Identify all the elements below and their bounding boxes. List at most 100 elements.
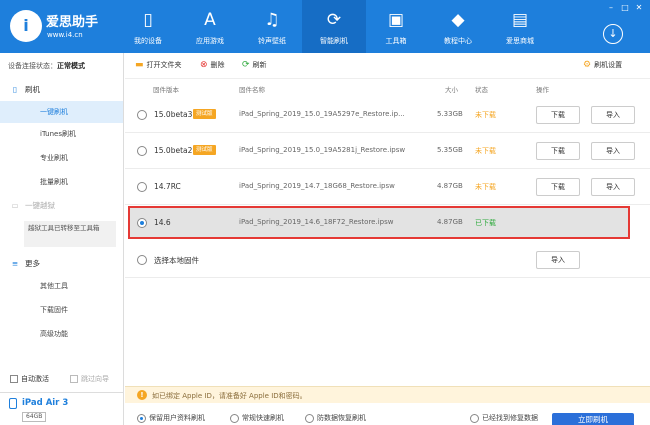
refresh-icon: ⟳ bbox=[242, 60, 250, 70]
row-radio[interactable] bbox=[137, 255, 147, 265]
menu-icon: ≡ bbox=[11, 259, 19, 268]
firmware-name: iPad_Spring_2019_14.6_18F72_Restore.ipsw bbox=[239, 218, 394, 226]
sidebar: 设备连接状态：正常模式 ▯ 刷机 一键刷机 iTunes刷机 专业刷机 批量刷机 … bbox=[0, 53, 124, 425]
option-anti-recovery[interactable]: 防数据恢复刷机 bbox=[305, 413, 366, 423]
sidebar-item-download-firmware[interactable]: 下载固件 bbox=[0, 299, 123, 321]
group-label: 刷机 bbox=[25, 85, 40, 94]
firmware-name: iPad_Spring_2019_14.7_18G68_Restore.ipsw bbox=[239, 182, 395, 190]
refresh-button[interactable]: ⟳ 刷新 bbox=[242, 60, 267, 70]
table-row[interactable]: 14.7RC iPad_Spring_2019_14.7_18G68_Resto… bbox=[125, 170, 650, 205]
sidebar-group-flash[interactable]: ▯ 刷机 bbox=[10, 83, 40, 97]
music-icon: ♫ bbox=[264, 10, 280, 30]
tablet-icon bbox=[9, 398, 17, 409]
option-label: 保留用户资料刷机 bbox=[149, 414, 205, 422]
local-import-button[interactable]: 导入 bbox=[536, 251, 580, 269]
nav-label: 智能刷机 bbox=[320, 37, 348, 45]
nav-shop[interactable]: ▤ 爱思商城 bbox=[488, 0, 552, 53]
table-row[interactable]: 15.0beta2 测试版 iPad_Spring_2019_15.0_19A5… bbox=[125, 134, 650, 169]
beta-badge: 测试版 bbox=[193, 109, 216, 119]
option-label: 常规快速刷机 bbox=[242, 414, 284, 422]
nav-toolbox[interactable]: ▣ 工具箱 bbox=[364, 0, 428, 53]
import-button[interactable]: 导入 bbox=[591, 178, 635, 196]
open-folder-button[interactable]: ▬ 打开文件夹 bbox=[135, 60, 182, 70]
flash-settings-button[interactable]: ⚙ 刷机设置 bbox=[583, 60, 622, 70]
status-value: 正常模式 bbox=[57, 62, 85, 70]
nav-label: 我的设备 bbox=[134, 37, 162, 45]
firmware-version: 14.6 bbox=[154, 218, 171, 227]
button-label: 打开文件夹 bbox=[146, 61, 182, 69]
column-size: 大小 bbox=[445, 86, 458, 94]
row-radio[interactable] bbox=[137, 110, 147, 120]
jailbreak-notice: 越狱工具已转移至工具箱 bbox=[24, 221, 116, 247]
delete-icon: ⊗ bbox=[200, 60, 208, 70]
import-button[interactable]: 导入 bbox=[591, 106, 635, 124]
local-firmware-row[interactable]: 选择本地固件 导入 bbox=[125, 243, 650, 278]
minimize-icon[interactable]: – bbox=[606, 4, 616, 12]
table-row[interactable]: 15.0beta3 测试版 iPad_Spring_2019_15.0_19A5… bbox=[125, 98, 650, 133]
option-quick-flash[interactable]: 常规快速刷机 bbox=[230, 413, 284, 423]
button-label: 刷新 bbox=[252, 61, 267, 69]
tablet-icon: ▯ bbox=[12, 85, 18, 94]
group-label: 更多 bbox=[25, 259, 40, 268]
maximize-icon[interactable]: □ bbox=[620, 4, 630, 12]
delete-button[interactable]: ⊗ 删除 bbox=[200, 60, 225, 70]
nav-ringtones-wallpapers[interactable]: ♫ 铃声壁纸 bbox=[240, 0, 304, 53]
column-name: 固件名称 bbox=[239, 86, 265, 94]
app-name: 爱思助手 bbox=[46, 15, 99, 30]
sidebar-item-itunes-flash[interactable]: iTunes刷机 bbox=[0, 123, 123, 145]
table-header: 固件版本 固件名称 大小 状态 操作 bbox=[125, 81, 650, 95]
row-radio[interactable] bbox=[137, 146, 147, 156]
column-version: 固件版本 bbox=[153, 86, 179, 94]
import-button[interactable]: 导入 bbox=[591, 142, 635, 160]
firmware-size: 4.87GB bbox=[437, 218, 463, 226]
row-radio-selected[interactable] bbox=[137, 218, 147, 228]
option-label: 防数据恢复刷机 bbox=[317, 414, 366, 422]
notice-text: 如已绑定 Apple ID，请准备好 Apple ID和密码。 bbox=[152, 392, 307, 400]
lock-icon: ▭ bbox=[11, 201, 19, 210]
sidebar-item-other-tools[interactable]: 其他工具 bbox=[0, 275, 123, 297]
option-keep-data[interactable]: 保留用户资料刷机 bbox=[137, 413, 205, 423]
toolbox-icon: ▣ bbox=[387, 10, 405, 30]
firmware-size: 5.33GB bbox=[437, 110, 463, 118]
flash-now-button[interactable]: 立即刷机 bbox=[552, 413, 634, 425]
phone-icon: ▯ bbox=[143, 10, 153, 30]
radio bbox=[305, 413, 314, 423]
app-store-icon: A bbox=[204, 10, 216, 30]
row-radio[interactable] bbox=[137, 182, 147, 192]
download-manager-icon[interactable]: ↓ bbox=[603, 24, 623, 44]
device-panel[interactable]: iPad Air 3 64GB bbox=[0, 392, 123, 425]
close-icon[interactable]: ✕ bbox=[634, 4, 644, 12]
sidebar-item-batch-flash[interactable]: 批量刷机 bbox=[0, 171, 123, 193]
local-firmware-label: 选择本地固件 bbox=[154, 256, 199, 265]
sidebar-group-jailbreak[interactable]: ▭ 一键越狱 bbox=[10, 199, 55, 213]
app-url: www.i4.cn bbox=[47, 31, 83, 39]
sidebar-group-more[interactable]: ≡ 更多 bbox=[10, 257, 40, 271]
sidebar-item-pro-flash[interactable]: 专业刷机 bbox=[0, 147, 123, 169]
firmware-version: 15.0beta3 bbox=[154, 110, 193, 119]
checkbox-label: 跳过向导 bbox=[81, 375, 109, 383]
option-repair-data[interactable]: 已经找到修复数据 bbox=[470, 413, 538, 423]
radio-selected bbox=[137, 413, 146, 423]
nav-apps-games[interactable]: A 应用游戏 bbox=[178, 0, 242, 53]
table-row-selected[interactable]: 14.6 iPad_Spring_2019_14.6_18F72_Restore… bbox=[128, 206, 630, 239]
graduation-cap-icon: ◆ bbox=[451, 10, 465, 30]
column-action: 操作 bbox=[536, 86, 549, 94]
download-button[interactable]: 下载 bbox=[536, 178, 580, 196]
app-logo: i bbox=[10, 10, 42, 42]
shop-icon: ▤ bbox=[511, 10, 529, 30]
nav-smart-flash[interactable]: ⟳ 智能刷机 bbox=[302, 0, 366, 53]
firmware-version: 15.0beta2 bbox=[154, 146, 193, 155]
download-button[interactable]: 下载 bbox=[536, 142, 580, 160]
nav-tutorials[interactable]: ◆ 教程中心 bbox=[426, 0, 490, 53]
sidebar-item-one-click-flash[interactable]: 一键刷机 bbox=[0, 101, 123, 123]
device-capacity-badge: 64GB bbox=[22, 412, 47, 422]
download-button[interactable]: 下载 bbox=[536, 106, 580, 124]
nav-my-device[interactable]: ▯ 我的设备 bbox=[116, 0, 180, 53]
connection-status: 设备连接状态：正常模式 bbox=[8, 61, 85, 71]
firmware-status: 未下载 bbox=[475, 183, 496, 191]
auto-activate-checkbox[interactable]: 自动激活 bbox=[10, 374, 49, 384]
checkbox-label: 自动激活 bbox=[21, 375, 49, 383]
firmware-status: 未下载 bbox=[475, 111, 496, 119]
sidebar-item-advanced[interactable]: 高级功能 bbox=[0, 323, 123, 345]
skip-guide-checkbox[interactable]: 跳过向导 bbox=[70, 374, 109, 384]
